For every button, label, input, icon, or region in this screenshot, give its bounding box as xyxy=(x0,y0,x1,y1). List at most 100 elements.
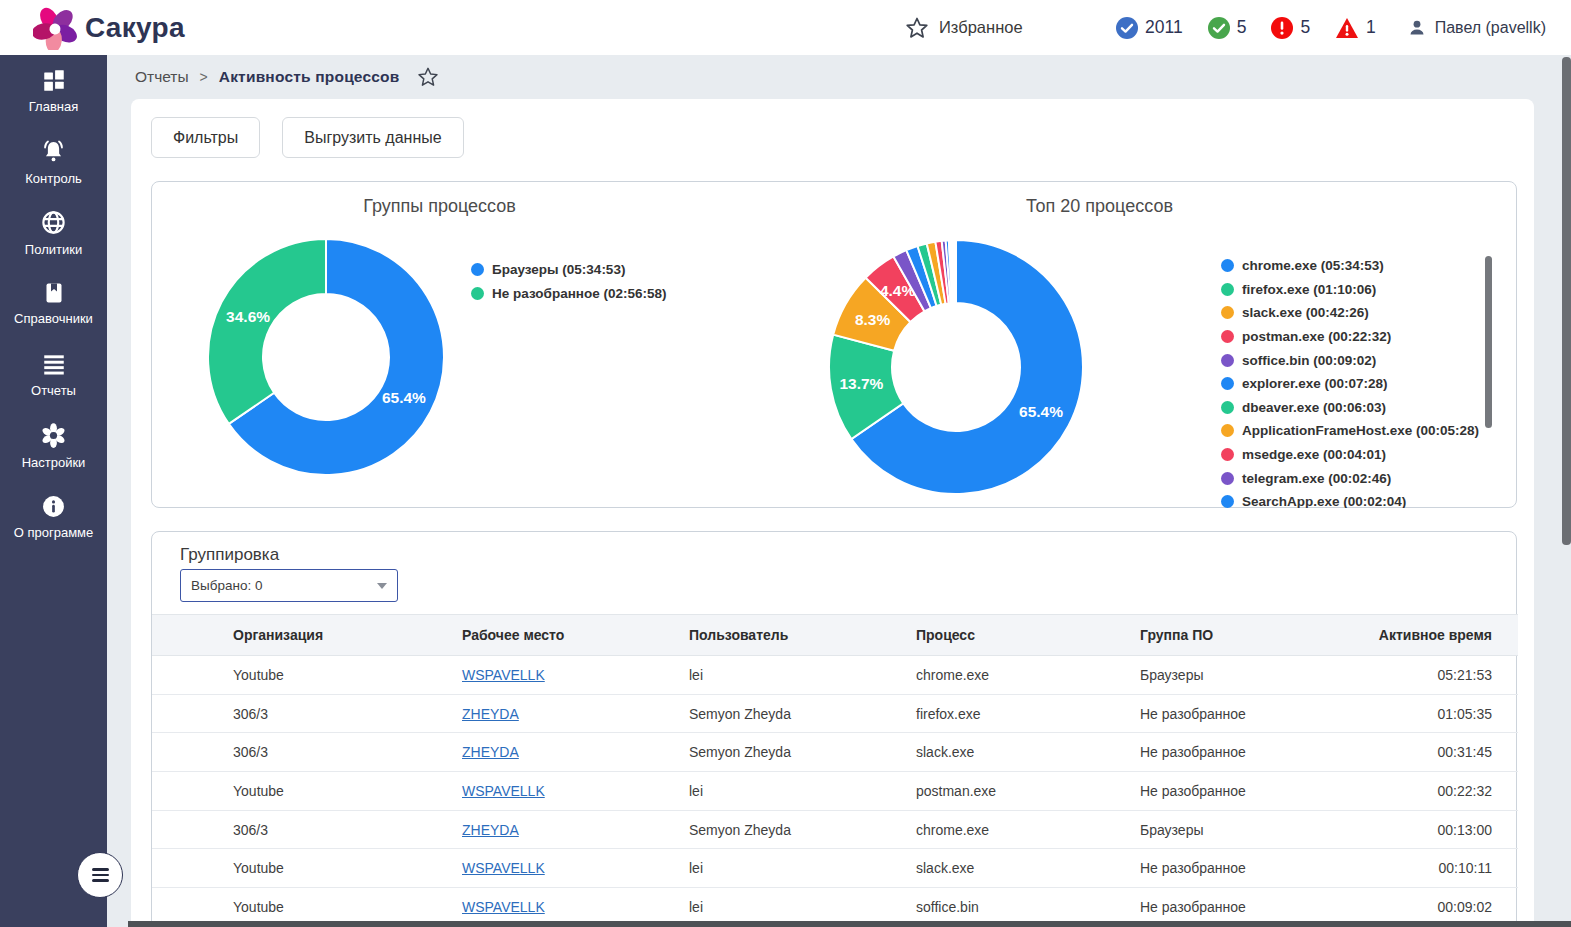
breadcrumb-star-icon[interactable] xyxy=(417,66,439,88)
legend-dot xyxy=(1221,377,1234,390)
slice-percent-label: 65.4% xyxy=(1019,403,1063,420)
cell-workstation: ZHEYDA xyxy=(462,810,689,849)
legend-item[interactable]: postman.exe (00:22:32) xyxy=(1221,325,1493,349)
legend-label: Не разобранное (02:56:58) xyxy=(492,286,667,301)
workstation-link[interactable]: WSPAVELLK xyxy=(462,860,545,876)
donut-slice[interactable] xyxy=(208,239,326,424)
cell-workstation: ZHEYDA xyxy=(462,694,689,733)
export-button[interactable]: Выгрузить данные xyxy=(282,117,463,158)
bell-icon xyxy=(40,138,67,165)
dashboard-icon xyxy=(41,67,67,93)
slice-percent-label: 13.7% xyxy=(839,375,883,392)
cell-user: Semyon Zheyda xyxy=(689,733,916,772)
cell-organization: 306/3 xyxy=(152,810,462,849)
grouping-title: Группировка xyxy=(180,545,279,565)
column-header-org[interactable]: Организация xyxy=(152,615,462,656)
column-header-time[interactable]: Активное время xyxy=(1356,615,1518,656)
table-row: 306/3ZHEYDASemyon Zheydaslack.exeНе разо… xyxy=(152,733,1518,772)
workstation-link[interactable]: ZHEYDA xyxy=(462,706,519,722)
cell-group: Браузеры xyxy=(1140,810,1356,849)
status-badge-info[interactable]: 2011 xyxy=(1116,17,1183,39)
legend-label: firefox.exe (01:10:06) xyxy=(1242,282,1376,297)
cell-active-time: 00:13:00 xyxy=(1356,810,1518,849)
warning-triangle-icon xyxy=(1335,17,1359,39)
sidebar-item-references[interactable]: Справочники xyxy=(0,268,107,339)
legend-label: msedge.exe (00:04:01) xyxy=(1242,447,1386,462)
workstation-link[interactable]: ZHEYDA xyxy=(462,822,519,838)
horizontal-scrollbar[interactable] xyxy=(128,921,1571,927)
status-badge-warning[interactable]: 1 xyxy=(1335,17,1376,39)
legend-dot xyxy=(1221,472,1234,485)
legend-item[interactable]: SearchApp.exe (00:02:04) xyxy=(1221,490,1493,508)
cell-active-time: 00:22:32 xyxy=(1356,772,1518,811)
book-icon xyxy=(42,281,66,305)
top-processes-donut-chart[interactable]: 65.4%13.7%8.3%4.4% xyxy=(828,239,1084,495)
legend-item[interactable]: Браузеры (05:34:53) xyxy=(471,257,667,281)
legend-item[interactable]: telegram.exe (00:02:46) xyxy=(1221,466,1493,490)
cell-group: Не разобранное xyxy=(1140,849,1356,888)
table-row: 306/3ZHEYDASemyon Zheydafirefox.exeНе ра… xyxy=(152,694,1518,733)
check-circle-green-icon xyxy=(1208,17,1230,39)
workstation-link[interactable]: WSPAVELLK xyxy=(462,783,545,799)
workstation-link[interactable]: WSPAVELLK xyxy=(462,899,545,915)
legend-item[interactable]: explorer.exe (00:07:28) xyxy=(1221,372,1493,396)
list-icon xyxy=(41,351,67,377)
legend-item[interactable]: dbeaver.exe (00:06:03) xyxy=(1221,396,1493,420)
sidebar-item-policies[interactable]: Политики xyxy=(0,197,107,268)
cell-process: chrome.exe xyxy=(916,656,1140,695)
column-header-process[interactable]: Процесс xyxy=(916,615,1140,656)
legend-label: chrome.exe (05:34:53) xyxy=(1242,258,1384,273)
status-count: 2011 xyxy=(1145,17,1183,38)
legend-label: SearchApp.exe (00:02:04) xyxy=(1242,494,1406,508)
cell-active-time: 00:31:45 xyxy=(1356,733,1518,772)
status-badge-ok[interactable]: 5 xyxy=(1208,17,1247,39)
app-title: Сакура xyxy=(85,12,185,44)
sidebar-item-settings[interactable]: Настройки xyxy=(0,410,107,481)
legend-dot xyxy=(1221,283,1234,296)
cell-user: Semyon Zheyda xyxy=(689,694,916,733)
status-badge-error[interactable]: 5 xyxy=(1271,17,1310,39)
groups-donut-chart[interactable]: 65.4%34.6% xyxy=(206,237,446,477)
legend-item[interactable]: Не разобранное (02:56:58) xyxy=(471,281,667,305)
grouping-select[interactable]: Выбрано: 0 xyxy=(180,569,398,602)
favorites-button[interactable]: Избранное xyxy=(905,0,1023,55)
sidebar-item-home[interactable]: Главная xyxy=(0,55,107,126)
legend-dot xyxy=(471,287,484,300)
legend-item[interactable]: ApplicationFrameHost.exe (00:05:28) xyxy=(1221,419,1493,443)
workstation-link[interactable]: WSPAVELLK xyxy=(462,667,545,683)
charts-panel: Группы процессов Топ 20 процессов 65.4%3… xyxy=(151,181,1517,508)
cell-workstation: WSPAVELLK xyxy=(462,849,689,888)
legend-item[interactable]: firefox.exe (01:10:06) xyxy=(1221,278,1493,302)
status-badges: 2011 5 5 1 xyxy=(1116,0,1376,55)
legend-dot xyxy=(1221,330,1234,343)
legend-dot xyxy=(1221,495,1234,508)
legend-dot xyxy=(1221,306,1234,319)
sidebar-item-reports[interactable]: Отчеты xyxy=(0,339,107,410)
cell-organization: Youtube xyxy=(152,772,462,811)
donut-slice[interactable] xyxy=(955,240,956,303)
vertical-scrollbar[interactable] xyxy=(1562,57,1571,545)
workstation-link[interactable]: ZHEYDA xyxy=(462,744,519,760)
filters-button[interactable]: Фильтры xyxy=(151,117,260,158)
legend-item[interactable]: chrome.exe (05:34:53) xyxy=(1221,254,1493,278)
column-header-workstation[interactable]: Рабочее место xyxy=(462,615,689,656)
table-row: YoutubeWSPAVELLKleipostman.exeНе разобра… xyxy=(152,772,1518,811)
sidebar-item-control[interactable]: Контроль xyxy=(0,126,107,197)
column-header-group[interactable]: Группа ПО xyxy=(1140,615,1356,656)
check-circle-blue-icon xyxy=(1116,17,1138,39)
cell-user: lei xyxy=(689,656,916,695)
cell-process: chrome.exe xyxy=(916,810,1140,849)
column-header-user[interactable]: Пользователь xyxy=(689,615,916,656)
logo[interactable]: Сакура xyxy=(33,0,185,55)
legend-dot xyxy=(1221,259,1234,272)
legend-item[interactable]: msedge.exe (00:04:01) xyxy=(1221,443,1493,467)
cell-group: Браузеры xyxy=(1140,656,1356,695)
legend-item[interactable]: soffice.bin (00:09:02) xyxy=(1221,348,1493,372)
sidebar-item-about[interactable]: О программе xyxy=(0,481,107,552)
sidebar-toggle-button[interactable] xyxy=(77,852,123,898)
breadcrumb-parent[interactable]: Отчеты xyxy=(135,68,189,86)
legend-scrollbar[interactable] xyxy=(1485,256,1492,428)
exclamation-circle-icon xyxy=(1271,17,1293,39)
legend-item[interactable]: slack.exe (00:42:26) xyxy=(1221,301,1493,325)
user-menu[interactable]: Павел (pavellk) xyxy=(1408,0,1546,55)
